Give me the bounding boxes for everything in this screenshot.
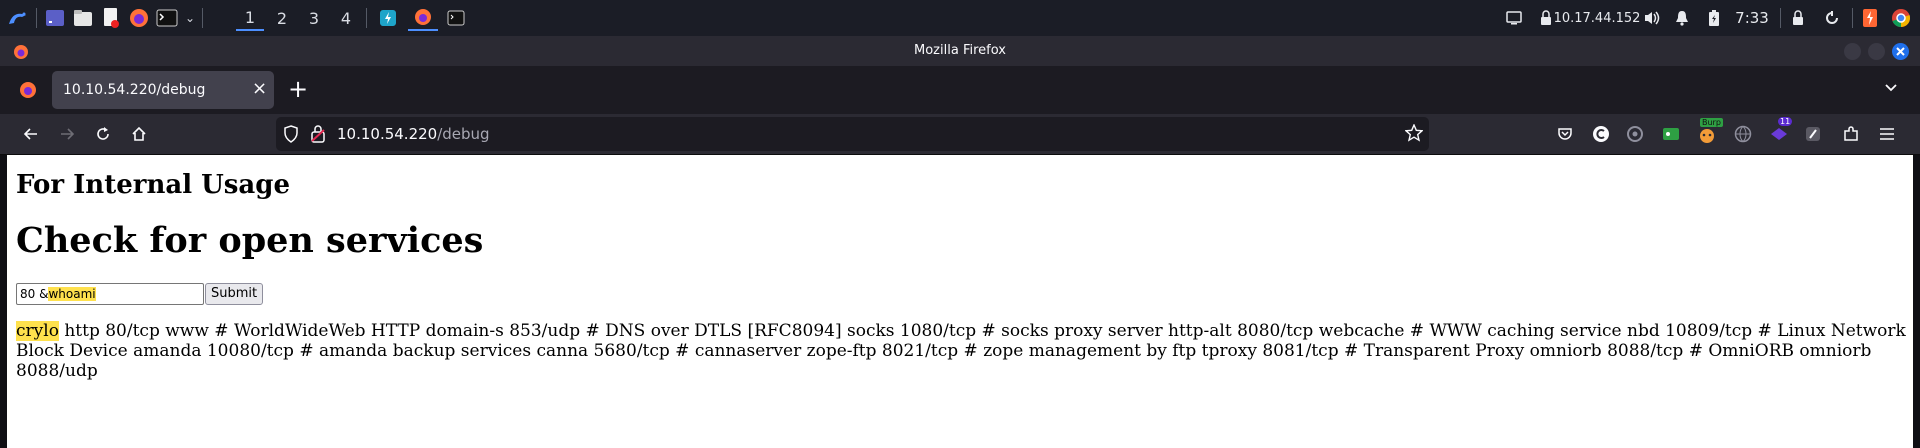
kali-menu-icon[interactable] (4, 5, 32, 31)
burp-badge: Burp (1700, 118, 1723, 127)
tab-close-button[interactable]: × (252, 78, 267, 99)
firefox-launcher-icon[interactable] (126, 5, 152, 31)
extensions-puzzle-icon[interactable] (1838, 121, 1864, 147)
foxyproxy-icon[interactable] (1800, 121, 1826, 147)
url-text[interactable]: 10.10.54.220/debug (337, 117, 490, 151)
battery-icon[interactable] (1702, 5, 1726, 31)
page-title: Check for open services (16, 220, 484, 261)
input-prefix: 80 & (20, 287, 49, 301)
page-content: For Internal Usage Check for open servic… (7, 155, 1913, 448)
taskbar-terminal-icon[interactable] (442, 5, 470, 31)
close-icon (1896, 47, 1905, 56)
burp-tray-icon[interactable] (1858, 5, 1882, 31)
url-path: /debug (437, 125, 490, 143)
language-globe-icon[interactable] (1730, 121, 1756, 147)
window-title: Mozilla Firefox (914, 43, 1006, 58)
internal-usage-heading: For Internal Usage (16, 170, 291, 200)
proxy-extension-icon[interactable] (1622, 121, 1648, 147)
workspace-2[interactable]: 2 (268, 5, 296, 31)
lock-screen-icon[interactable] (1786, 5, 1810, 31)
workspace-3[interactable]: 3 (300, 5, 328, 31)
url-host: 10.10.54.220 (337, 125, 438, 143)
output-highlight: crylo (16, 321, 59, 341)
clock[interactable]: 7:33 (1732, 5, 1772, 31)
terminal-launcher-icon[interactable] (154, 5, 180, 31)
burp-extension-icon[interactable]: Burp (1694, 118, 1723, 147)
home-icon[interactable] (124, 119, 154, 149)
list-all-tabs-icon[interactable] (1883, 80, 1899, 100)
maximize-button[interactable] (1868, 43, 1885, 60)
firefox-view-icon[interactable] (18, 80, 38, 104)
command-output: crylo http 80/tcp www # WorldWideWeb HTT… (16, 321, 1906, 381)
top-panel: ⌄ 1 2 3 4 10.17.44.152 7:33 (0, 0, 1920, 36)
c-extension-icon[interactable] (1588, 121, 1614, 147)
pocket-icon[interactable] (1552, 121, 1578, 147)
chrome-icon[interactable] (1888, 5, 1914, 31)
workspace-4[interactable]: 4 (332, 5, 360, 31)
show-desktop-icon[interactable] (42, 5, 68, 31)
file-manager-icon[interactable] (70, 5, 96, 31)
text-editor-icon[interactable] (98, 5, 124, 31)
service-command-input[interactable]: 80 &whoami (16, 283, 204, 305)
cookie-editor-icon[interactable] (1658, 121, 1684, 147)
volume-icon[interactable] (1640, 5, 1664, 31)
new-tab-button[interactable]: + (288, 75, 308, 103)
workspace-1[interactable]: 1 (236, 5, 264, 31)
chevron-down-icon[interactable]: ⌄ (180, 5, 200, 31)
reload-icon[interactable] (88, 119, 118, 149)
ip-address: 10.17.44.152 (1553, 10, 1641, 26)
logout-icon[interactable] (1820, 5, 1844, 31)
screen-icon[interactable] (1502, 5, 1526, 31)
taskbar-burp-icon[interactable] (374, 5, 402, 31)
hamburger-menu-icon[interactable] (1874, 121, 1900, 147)
input-highlight: whoami (48, 287, 96, 301)
forward-arrow-icon[interactable] (52, 119, 82, 149)
output-text: http 80/tcp www # WorldWideWeb HTTP doma… (16, 321, 1906, 381)
tracking-shield-icon[interactable] (283, 125, 299, 147)
close-window-button[interactable] (1892, 43, 1909, 60)
submit-button[interactable]: Submit (205, 283, 264, 305)
taskbar-firefox-icon[interactable] (408, 5, 438, 31)
minimize-button[interactable] (1844, 43, 1861, 60)
notification-bell-icon[interactable] (1670, 5, 1694, 31)
tab-title: 10.10.54.220/debug (63, 82, 206, 98)
count-badge: 11 (1778, 117, 1793, 126)
bookmark-star-icon[interactable] (1404, 123, 1424, 146)
back-arrow-icon[interactable] (16, 119, 46, 149)
wappalyzer-icon[interactable]: 11 (1766, 117, 1793, 147)
insecure-lock-icon[interactable] (311, 125, 325, 147)
